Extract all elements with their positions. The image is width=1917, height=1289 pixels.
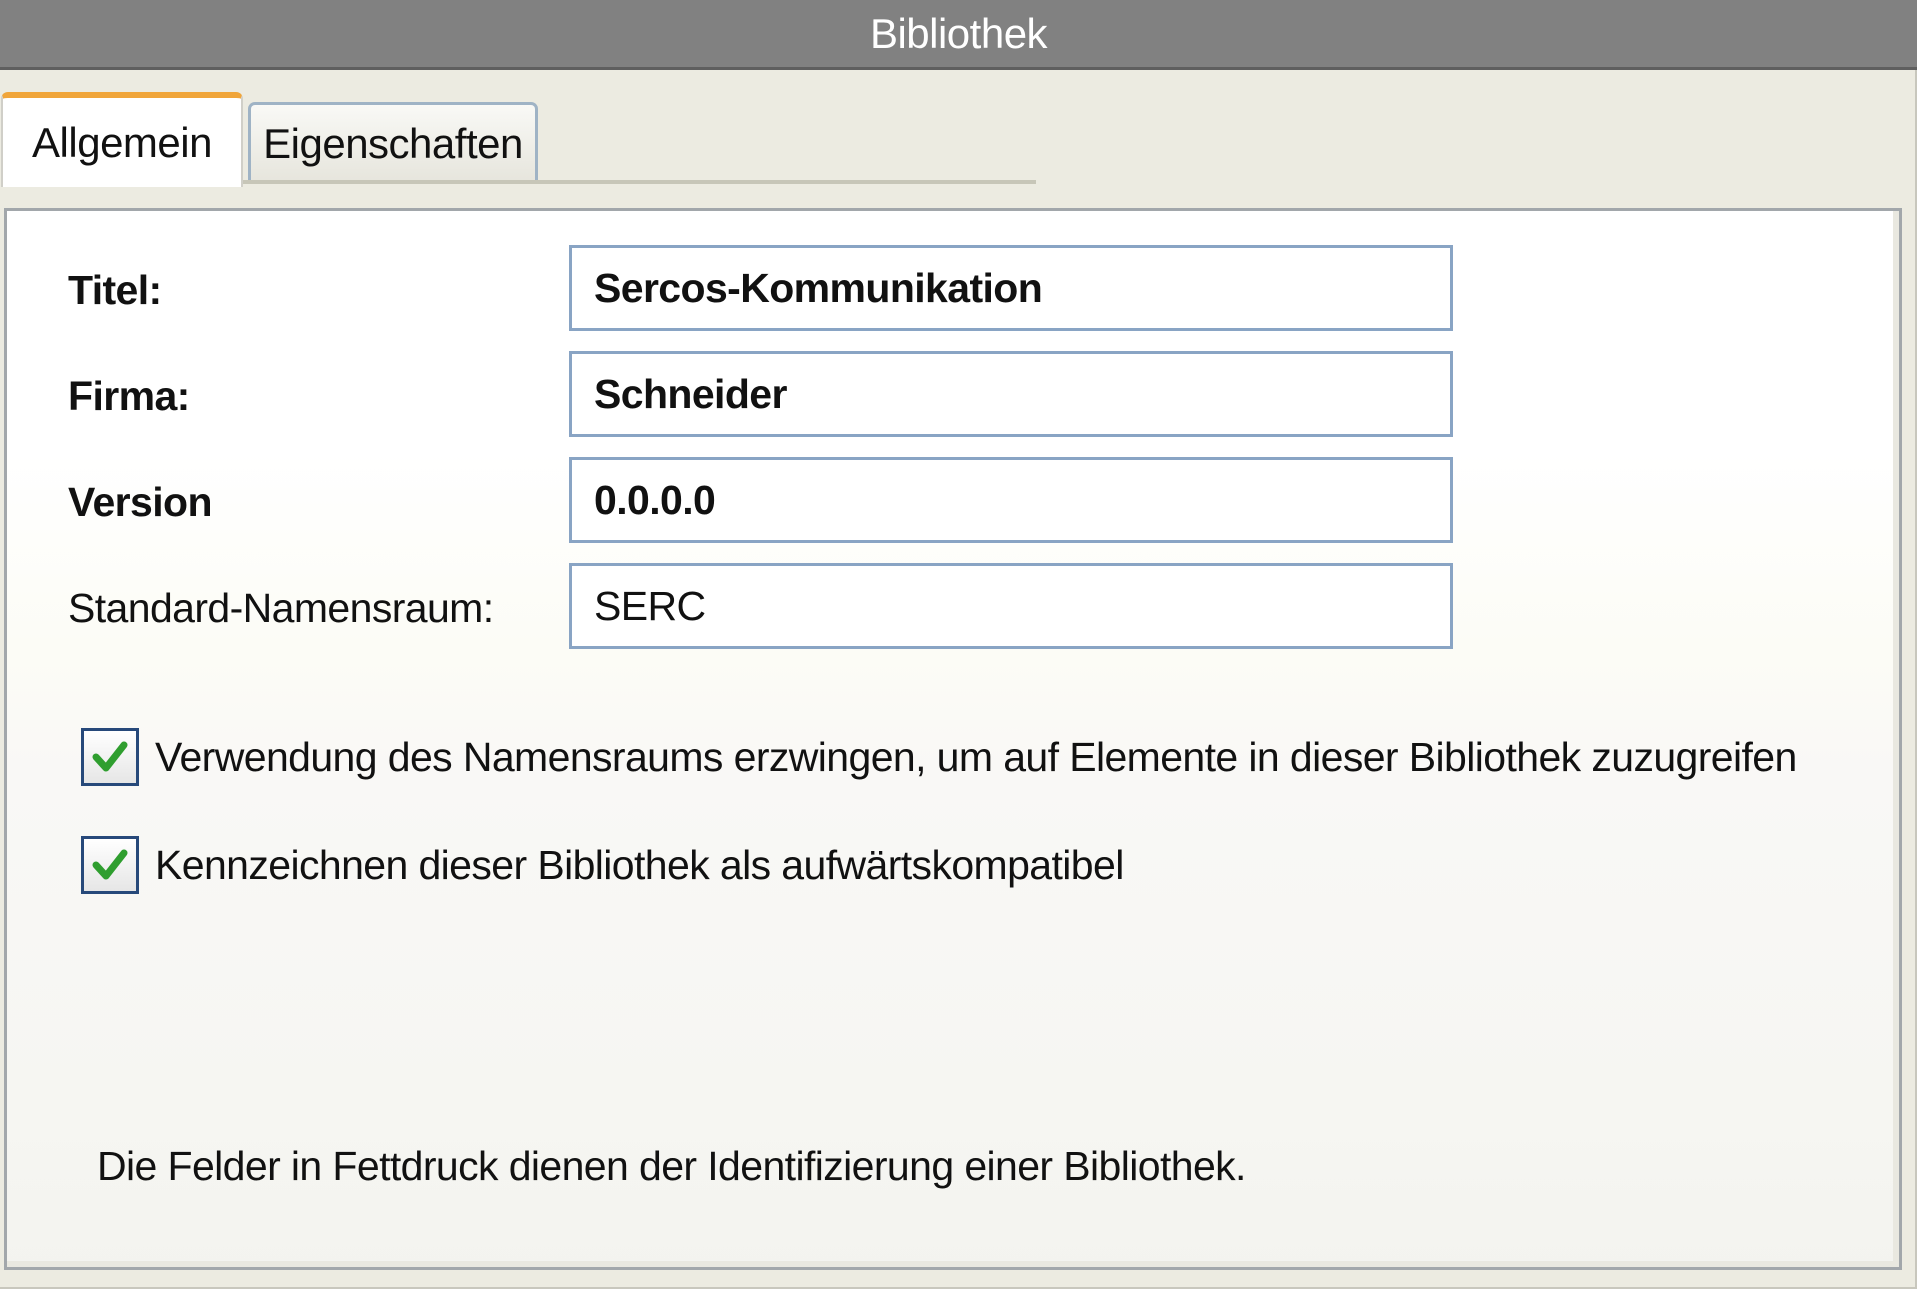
enforce-namespace-option: Verwendung des Namensraums erzwingen, um… bbox=[81, 728, 1797, 786]
tab-bar: Allgemein Eigenschaften bbox=[0, 92, 1040, 188]
title-label: Titel: bbox=[68, 267, 162, 313]
tab-eigenschaften-label: Eigenschaften bbox=[263, 120, 523, 167]
general-panel: Titel: Sercos-Kommunikation Firma: Schne… bbox=[4, 208, 1902, 1270]
checkmark-icon bbox=[92, 849, 128, 880]
namespace-field[interactable]: SERC bbox=[569, 563, 1453, 649]
enforce-namespace-label: Verwendung des Namensraums erzwingen, um… bbox=[155, 733, 1797, 780]
company-label: Firma: bbox=[68, 373, 190, 419]
version-field[interactable]: 0.0.0.0 bbox=[569, 457, 1453, 543]
tab-allgemein-label: Allgemein bbox=[32, 118, 212, 166]
enforce-namespace-checkbox[interactable] bbox=[81, 728, 139, 786]
tab-eigenschaften[interactable]: Eigenschaften bbox=[248, 102, 538, 183]
checkmark-icon bbox=[92, 741, 128, 772]
upward-compatible-checkbox[interactable] bbox=[81, 836, 139, 894]
window-title: Bibliothek bbox=[869, 9, 1048, 57]
upward-compatible-label: Kennzeichnen dieser Bibliothek als aufwä… bbox=[155, 841, 1124, 888]
title-field[interactable]: Sercos-Kommunikation bbox=[569, 245, 1453, 331]
title-bar: Bibliothek bbox=[0, 0, 1917, 70]
tab-underline bbox=[222, 180, 1036, 184]
bold-fields-hint: Die Felder in Fettdruck dienen der Ident… bbox=[97, 1143, 1246, 1189]
upward-compatible-option: Kennzeichnen dieser Bibliothek als aufwä… bbox=[81, 836, 1124, 894]
library-dialog: Bibliothek Allgemein Eigenschaften Titel… bbox=[0, 0, 1917, 1289]
version-label: Version bbox=[68, 479, 213, 525]
namespace-label: Standard-Namensraum: bbox=[68, 585, 494, 631]
company-field[interactable]: Schneider bbox=[569, 351, 1453, 437]
tab-allgemein[interactable]: Allgemein bbox=[1, 92, 243, 187]
